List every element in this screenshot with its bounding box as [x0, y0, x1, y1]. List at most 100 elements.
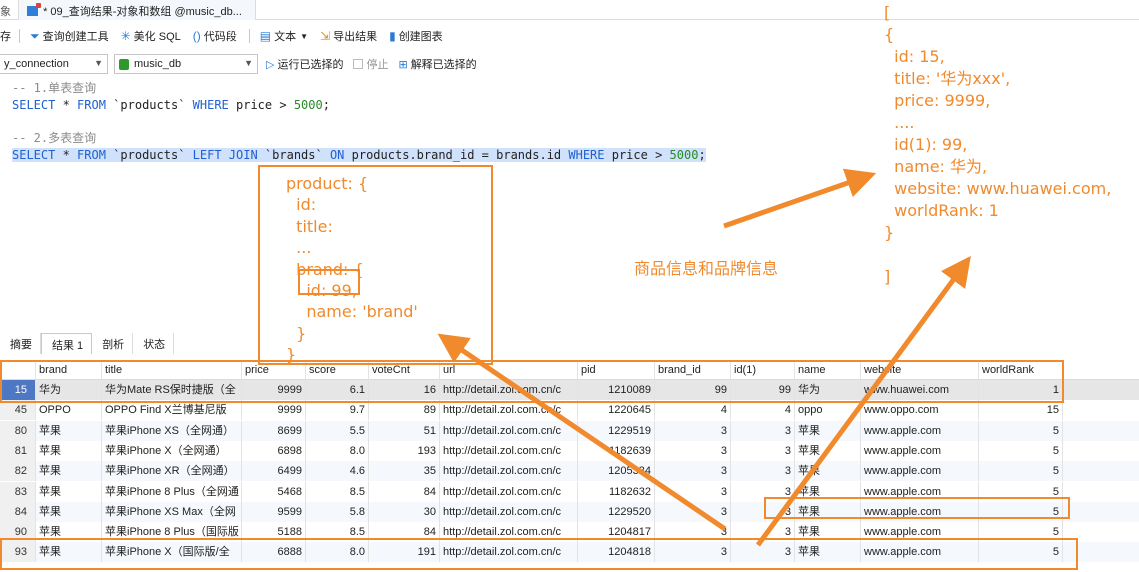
- cell-voteCnt[interactable]: 193: [369, 440, 440, 461]
- cell-price[interactable]: 9999: [242, 400, 306, 421]
- table-row[interactable]: 80 苹果 苹果iPhone XS（全网通） 8699 5.5 51 http://deta…: [0, 420, 1139, 441]
- tab-status[interactable]: 状态: [133, 333, 175, 354]
- cell-pid[interactable]: 1182632: [578, 481, 655, 502]
- tab-summary[interactable]: 摘要: [0, 333, 41, 354]
- code-snippet-button[interactable]: () 代码段: [193, 28, 237, 44]
- previous-tab[interactable]: 象: [0, 3, 11, 19]
- cell-voteCnt[interactable]: 30: [369, 501, 440, 522]
- cell-title[interactable]: OPPO Find X兰博基尼版: [102, 400, 242, 421]
- row-number-cell[interactable]: 83: [0, 481, 36, 502]
- row-json-line: name: 华为,: [884, 157, 988, 176]
- cell-voteCnt[interactable]: 51: [369, 420, 440, 441]
- row-number-cell[interactable]: 45: [0, 400, 36, 421]
- explain-selected-button[interactable]: ⊞ 解释已选择的: [398, 56, 476, 72]
- cell-url[interactable]: http://detail.zol.com.cn/c: [440, 400, 578, 421]
- cell-website[interactable]: www.apple.com: [861, 420, 979, 441]
- cell-brand[interactable]: 苹果: [36, 501, 102, 522]
- cell-website[interactable]: www.apple.com: [861, 461, 979, 482]
- cell-pid[interactable]: 1205334: [578, 461, 655, 482]
- row-json-line: [884, 244, 1111, 266]
- connection-bar: y_connection ▼ music_db ▼ ▷ 运行已选择的 停止 ⊞ 解释…: [0, 53, 700, 75]
- cell-voteCnt[interactable]: 84: [369, 481, 440, 502]
- database-select[interactable]: music_db ▼: [114, 54, 258, 74]
- cell-pid[interactable]: 1220645: [578, 400, 655, 421]
- tab-profile[interactable]: 剖析: [92, 333, 134, 354]
- cell-worldRank[interactable]: 5: [979, 440, 1063, 461]
- save-button[interactable]: 存: [0, 28, 11, 44]
- cell-url[interactable]: http://detail.zol.com.cn/c: [440, 461, 578, 482]
- row-json-line: [: [884, 3, 891, 22]
- toolbar-divider: [19, 29, 20, 43]
- cell-voteCnt[interactable]: 35: [369, 461, 440, 482]
- cell-name[interactable]: oppo: [795, 400, 861, 421]
- cell-url[interactable]: http://detail.zol.com.cn/c: [440, 440, 578, 461]
- connection-select[interactable]: y_connection ▼: [0, 54, 108, 74]
- cell-url[interactable]: http://detail.zol.com.cn/c: [440, 481, 578, 502]
- cell-id1[interactable]: 3: [731, 440, 795, 461]
- cell-pid[interactable]: 1229519: [578, 420, 655, 441]
- cell-name[interactable]: 苹果: [795, 461, 861, 482]
- cell-id1[interactable]: 4: [731, 400, 795, 421]
- cell-worldRank[interactable]: 5: [979, 461, 1063, 482]
- create-chart-button[interactable]: ▮ 创建图表: [389, 28, 443, 44]
- tab-result-1[interactable]: 结果 1: [41, 333, 93, 354]
- table-row[interactable]: 81 苹果 苹果iPhone X（全网通） 6898 8.0 193 http://deta…: [0, 440, 1139, 461]
- cell-brand[interactable]: 苹果: [36, 440, 102, 461]
- cell-price[interactable]: 5468: [242, 481, 306, 502]
- cell-brand[interactable]: 苹果: [36, 481, 102, 502]
- run-selected-button[interactable]: ▷ 运行已选择的: [266, 56, 343, 72]
- cell-brandid[interactable]: 3: [655, 501, 731, 522]
- cell-id1[interactable]: 3: [731, 461, 795, 482]
- cell-price[interactable]: 6499: [242, 461, 306, 482]
- cell-brandid[interactable]: 4: [655, 400, 731, 421]
- row-number-cell[interactable]: 81: [0, 440, 36, 461]
- stop-button[interactable]: 停止: [353, 56, 388, 72]
- product-object-line: ...: [286, 238, 312, 258]
- cell-score[interactable]: 5.5: [306, 420, 369, 441]
- cell-pid[interactable]: 1182639: [578, 440, 655, 461]
- cell-worldRank[interactable]: 15: [979, 400, 1063, 421]
- cell-title[interactable]: 苹果iPhone 8 Plus（全网通: [102, 481, 242, 502]
- cell-name[interactable]: 苹果: [795, 420, 861, 441]
- cell-website[interactable]: www.apple.com: [861, 440, 979, 461]
- cell-website[interactable]: www.oppo.com: [861, 400, 979, 421]
- query-builder-button[interactable]: ⏷ 查询创建工具: [30, 28, 109, 44]
- cell-id1[interactable]: 3: [731, 420, 795, 441]
- table-row[interactable]: 82 苹果 苹果iPhone XR（全网通） 6499 4.6 35 http://deta…: [0, 461, 1139, 482]
- row-number-cell[interactable]: 84: [0, 501, 36, 522]
- cell-brandid[interactable]: 3: [655, 440, 731, 461]
- text-button[interactable]: ▤ 文本 ▼: [260, 28, 308, 44]
- row-number-cell[interactable]: 82: [0, 461, 36, 482]
- cell-price[interactable]: 9599: [242, 501, 306, 522]
- cell-title[interactable]: 苹果iPhone X（全网通）: [102, 440, 242, 461]
- export-result-button[interactable]: ⇲ 导出结果: [320, 28, 377, 44]
- cell-title[interactable]: 苹果iPhone XS Max（全网: [102, 501, 242, 522]
- cell-price[interactable]: 8699: [242, 420, 306, 441]
- cell-score[interactable]: 8.5: [306, 481, 369, 502]
- cell-score[interactable]: 9.7: [306, 400, 369, 421]
- beautify-sql-button[interactable]: ✳ 美化 SQL: [121, 28, 181, 44]
- cell-score[interactable]: 5.8: [306, 501, 369, 522]
- cell-url[interactable]: http://detail.zol.com.cn/c: [440, 420, 578, 441]
- magic-icon: ✳: [120, 29, 131, 43]
- table-row[interactable]: 45 OPPO OPPO Find X兰博基尼版 9999 9.7 89 http://de…: [0, 400, 1139, 421]
- cell-worldRank[interactable]: 5: [979, 420, 1063, 441]
- cell-brandid[interactable]: 3: [655, 481, 731, 502]
- cell-pid[interactable]: 1229520: [578, 501, 655, 522]
- active-query-tab[interactable]: * 09_查询结果-对象和数组 @music_db...: [18, 0, 256, 20]
- cell-brand[interactable]: 苹果: [36, 420, 102, 441]
- cell-title[interactable]: 苹果iPhone XR（全网通）: [102, 461, 242, 482]
- row-number-cell[interactable]: 80: [0, 420, 36, 441]
- cell-score[interactable]: 4.6: [306, 461, 369, 482]
- cell-brand[interactable]: 苹果: [36, 461, 102, 482]
- cell-brand[interactable]: OPPO: [36, 400, 102, 421]
- cell-price[interactable]: 6898: [242, 440, 306, 461]
- cell-brandid[interactable]: 3: [655, 420, 731, 441]
- cell-score[interactable]: 8.0: [306, 440, 369, 461]
- cell-voteCnt[interactable]: 89: [369, 400, 440, 421]
- cell-name[interactable]: 苹果: [795, 440, 861, 461]
- cell-title[interactable]: 苹果iPhone XS（全网通）: [102, 420, 242, 441]
- cell-url[interactable]: http://detail.zol.com.cn/c: [440, 501, 578, 522]
- row-json-line: id: 15,: [884, 47, 945, 66]
- cell-brandid[interactable]: 3: [655, 461, 731, 482]
